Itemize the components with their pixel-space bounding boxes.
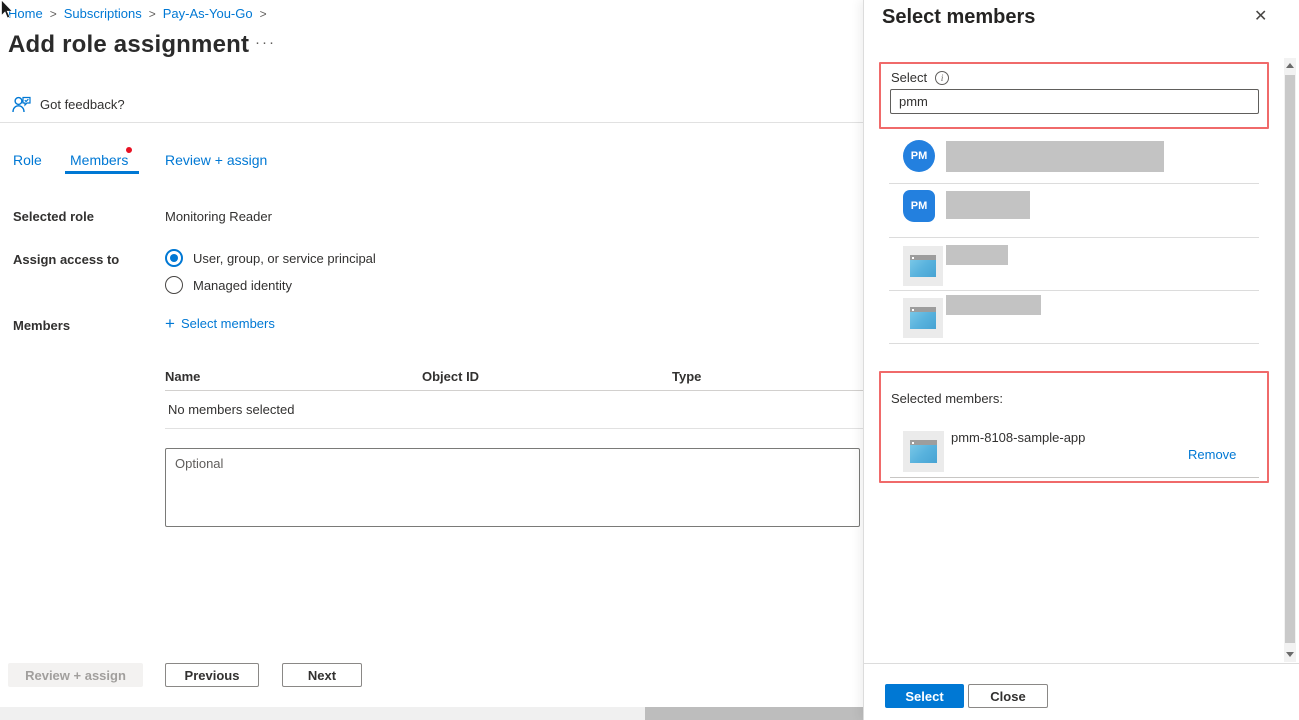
- panel-select-button[interactable]: Select: [885, 684, 964, 708]
- radio-selected-icon: [165, 249, 183, 267]
- close-icon[interactable]: ✕: [1254, 9, 1267, 25]
- assign-access-to-label: Assign access to: [13, 252, 119, 267]
- radio-unselected-icon: [165, 276, 183, 294]
- next-button[interactable]: Next: [282, 663, 362, 687]
- application-window-icon: [910, 255, 936, 277]
- selected-members-label: Selected members:: [891, 391, 1003, 406]
- breadcrumb-payasyougo-link[interactable]: Pay-As-You-Go: [163, 6, 253, 21]
- suggestion-app-icon[interactable]: [903, 298, 943, 338]
- vertical-scrollbar[interactable]: [1284, 58, 1296, 662]
- select-members-link[interactable]: + Select members: [165, 315, 275, 332]
- scrollbar-up-arrow-icon[interactable]: [1284, 58, 1296, 73]
- application-window-icon: [910, 440, 937, 463]
- got-feedback-button[interactable]: Got feedback?: [12, 96, 125, 113]
- breadcrumb-separator: >: [260, 7, 267, 21]
- info-icon[interactable]: i: [935, 71, 949, 85]
- active-tab-underline: [65, 171, 139, 174]
- feedback-person-icon: [12, 96, 31, 113]
- breadcrumb-subscriptions-link[interactable]: Subscriptions: [64, 6, 142, 21]
- divider: [890, 477, 1259, 478]
- panel-title: Select members: [882, 6, 1035, 29]
- breadcrumb-separator: >: [50, 7, 57, 21]
- avatar-initials: PM: [911, 200, 928, 212]
- avatar-initials: PM: [911, 150, 928, 162]
- mouse-cursor-icon: [0, 0, 14, 20]
- table-header-row: Name Object ID Type: [165, 363, 863, 391]
- suggestion-redacted-name[interactable]: [946, 191, 1030, 219]
- radio-user-group-service-principal[interactable]: User, group, or service principal: [165, 249, 376, 267]
- horizontal-scrollbar[interactable]: [0, 707, 863, 720]
- more-options-icon[interactable]: ···: [255, 34, 276, 51]
- radio-label: User, group, or service principal: [193, 251, 376, 266]
- table-empty-row: No members selected: [165, 391, 863, 429]
- remove-member-link[interactable]: Remove: [1188, 447, 1236, 462]
- divider: [0, 122, 863, 123]
- radio-label: Managed identity: [193, 278, 292, 293]
- divider: [889, 237, 1259, 238]
- horizontal-scrollbar-thumb[interactable]: [645, 707, 863, 720]
- description-textarea[interactable]: [165, 448, 860, 527]
- select-field-label-row: Select i: [891, 70, 949, 85]
- tab-role[interactable]: Role: [13, 152, 42, 168]
- breadcrumb: Home>Subscriptions>Pay-As-You-Go>: [8, 6, 274, 21]
- column-header-object-id: Object ID: [422, 369, 672, 384]
- page-title: Add role assignment: [8, 31, 249, 59]
- no-members-selected-text: No members selected: [168, 402, 294, 417]
- divider: [889, 183, 1259, 184]
- members-table: Name Object ID Type No members selected: [165, 363, 863, 429]
- members-label: Members: [13, 318, 70, 333]
- column-header-type: Type: [672, 369, 863, 384]
- divider: [889, 343, 1259, 344]
- plus-icon: +: [165, 315, 175, 332]
- suggestion-redacted-name[interactable]: [946, 245, 1008, 265]
- got-feedback-label: Got feedback?: [40, 97, 125, 112]
- selected-member-app-icon: [903, 431, 944, 472]
- suggestion-redacted-name[interactable]: [946, 141, 1164, 172]
- scrollbar-down-arrow-icon[interactable]: [1284, 647, 1296, 662]
- vertical-scrollbar-thumb[interactable]: [1285, 75, 1295, 643]
- select-members-link-label: Select members: [181, 316, 275, 331]
- radio-managed-identity[interactable]: Managed identity: [165, 276, 292, 294]
- tab-review-assign[interactable]: Review + assign: [165, 152, 267, 168]
- panel-footer-divider: [864, 663, 1299, 664]
- suggestion-avatar-user[interactable]: PM: [903, 190, 935, 222]
- select-members-panel: Select members ✕ Select i PM PM Selected…: [863, 0, 1299, 720]
- selected-role-value: Monitoring Reader: [165, 209, 272, 224]
- tab-members[interactable]: Members: [70, 152, 128, 168]
- breadcrumb-separator: >: [149, 7, 156, 21]
- suggestion-avatar-user[interactable]: PM: [903, 140, 935, 172]
- selected-role-label: Selected role: [13, 209, 94, 224]
- panel-close-button[interactable]: Close: [968, 684, 1048, 708]
- members-tab-unsaved-badge: [126, 147, 132, 153]
- member-search-input[interactable]: [890, 89, 1259, 114]
- suggestion-app-icon[interactable]: [903, 246, 943, 286]
- select-field-label: Select: [891, 70, 927, 85]
- selected-member-name: pmm-8108-sample-app: [951, 430, 1085, 445]
- application-window-icon: [910, 307, 936, 329]
- divider: [889, 290, 1259, 291]
- previous-button[interactable]: Previous: [165, 663, 259, 687]
- column-header-name: Name: [165, 369, 422, 384]
- review-assign-button-disabled[interactable]: Review + assign: [8, 663, 143, 687]
- suggestion-redacted-name[interactable]: [946, 295, 1041, 315]
- add-role-assignment-page: Home>Subscriptions>Pay-As-You-Go> Add ro…: [0, 0, 863, 720]
